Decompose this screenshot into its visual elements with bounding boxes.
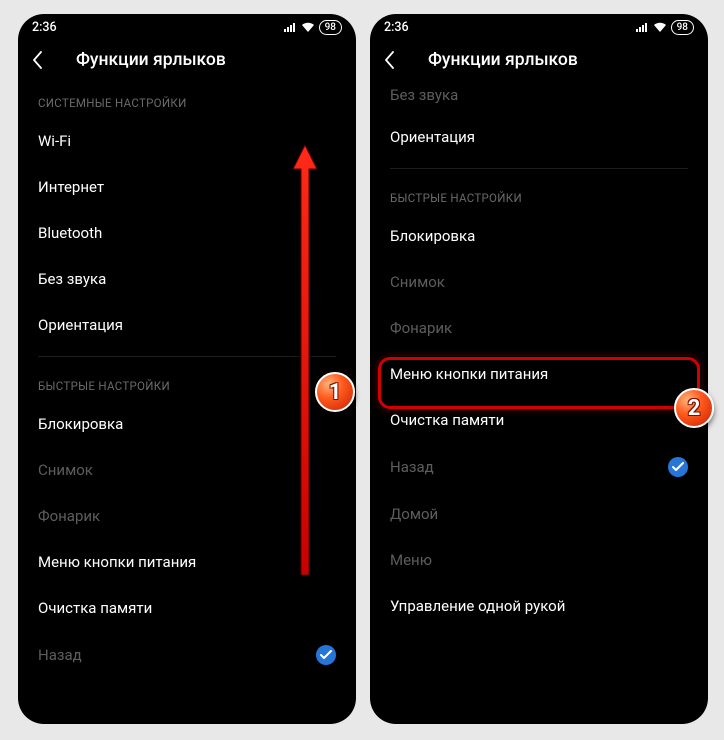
battery-indicator: 98	[671, 20, 694, 35]
item-no-sound-cut[interactable]: Без звука	[370, 82, 708, 114]
signal-icon	[283, 22, 297, 33]
item-power-menu[interactable]: Меню кнопки питания	[370, 351, 708, 397]
page-title: Функции ярлыков	[76, 50, 226, 70]
check-icon	[668, 457, 688, 477]
annotation-arrow	[290, 145, 320, 579]
item-label: Назад	[390, 458, 434, 476]
header: Функции ярлыков	[370, 40, 708, 82]
status-time: 2:36	[32, 20, 57, 35]
status-bar: 2:36 98	[370, 14, 708, 40]
battery-indicator: 98	[319, 20, 342, 35]
item-label: Назад	[38, 646, 82, 664]
wifi-icon	[301, 22, 315, 33]
item-one-hand[interactable]: Управление одной рукой	[370, 583, 708, 629]
back-button[interactable]	[32, 51, 60, 69]
item-clear-memory[interactable]: Очистка памяти	[370, 397, 708, 443]
signal-icon	[635, 22, 649, 33]
item-screenshot[interactable]: Снимок	[370, 259, 708, 305]
item-back[interactable]: Назад	[18, 631, 356, 679]
item-lock[interactable]: Блокировка	[370, 213, 708, 259]
status-right: 98	[283, 20, 342, 35]
annotation-badge-2: 2	[674, 388, 714, 428]
header: Функции ярлыков	[18, 40, 356, 82]
page-title: Функции ярлыков	[428, 50, 578, 70]
divider	[390, 168, 688, 169]
check-icon	[316, 645, 336, 665]
section-quick: БЫСТРЫЕ НАСТРОЙКИ	[370, 177, 708, 213]
phone-right: 2:36 98 Функции ярлыков Без звука Ориент…	[370, 14, 708, 724]
status-time: 2:36	[384, 20, 409, 35]
item-clear-memory[interactable]: Очистка памяти	[18, 585, 356, 631]
item-orientation[interactable]: Ориентация	[370, 114, 708, 160]
annotation-badge-1: 1	[315, 372, 355, 412]
status-bar: 2:36 98	[18, 14, 356, 40]
status-right: 98	[635, 20, 694, 35]
scroll-area[interactable]: Без звука Ориентация БЫСТРЫЕ НАСТРОЙКИ Б…	[370, 82, 708, 718]
item-flashlight[interactable]: Фонарик	[370, 305, 708, 351]
item-home[interactable]: Домой	[370, 491, 708, 537]
item-menu[interactable]: Меню	[370, 537, 708, 583]
item-back[interactable]: Назад	[370, 443, 708, 491]
section-system: СИСТЕМНЫЕ НАСТРОЙКИ	[18, 82, 356, 118]
wifi-icon	[653, 22, 667, 33]
back-button[interactable]	[384, 51, 412, 69]
